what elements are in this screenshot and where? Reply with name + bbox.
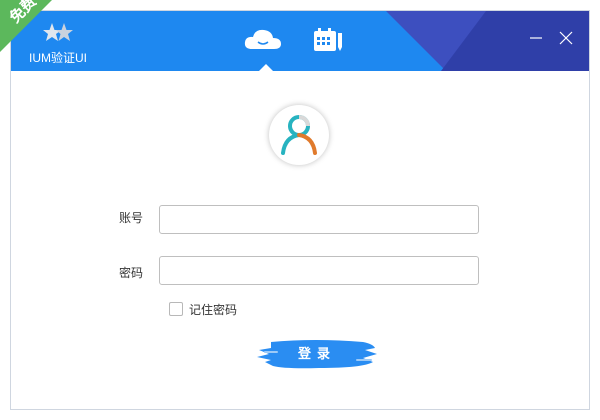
account-input[interactable] xyxy=(159,205,479,234)
title-bar: IUM验证UI xyxy=(11,11,589,71)
calendar-icon[interactable] xyxy=(313,27,343,53)
password-label: 密码 xyxy=(119,266,144,280)
app-title: IUM验证UI xyxy=(29,51,87,65)
close-icon[interactable] xyxy=(557,29,575,47)
header-decoration xyxy=(386,11,446,71)
remember-password-label: 记住密码 xyxy=(189,303,238,317)
password-input[interactable] xyxy=(159,256,479,285)
user-avatar xyxy=(269,105,329,165)
header-decoration-dark xyxy=(441,11,486,71)
login-button[interactable]: 登录 xyxy=(255,338,379,370)
user-avatar-icon xyxy=(281,115,317,155)
remember-password-checkbox[interactable] xyxy=(169,302,183,316)
minimize-icon[interactable] xyxy=(527,29,545,47)
app-logo-icon xyxy=(43,23,73,41)
login-window: IUM验证UI 账号 密码 记住密码 登录 xyxy=(10,10,590,410)
active-tab-indicator xyxy=(259,64,273,71)
account-label: 账号 xyxy=(119,211,144,225)
cloud-icon[interactable] xyxy=(243,27,283,53)
login-button-label: 登录 xyxy=(297,346,336,361)
